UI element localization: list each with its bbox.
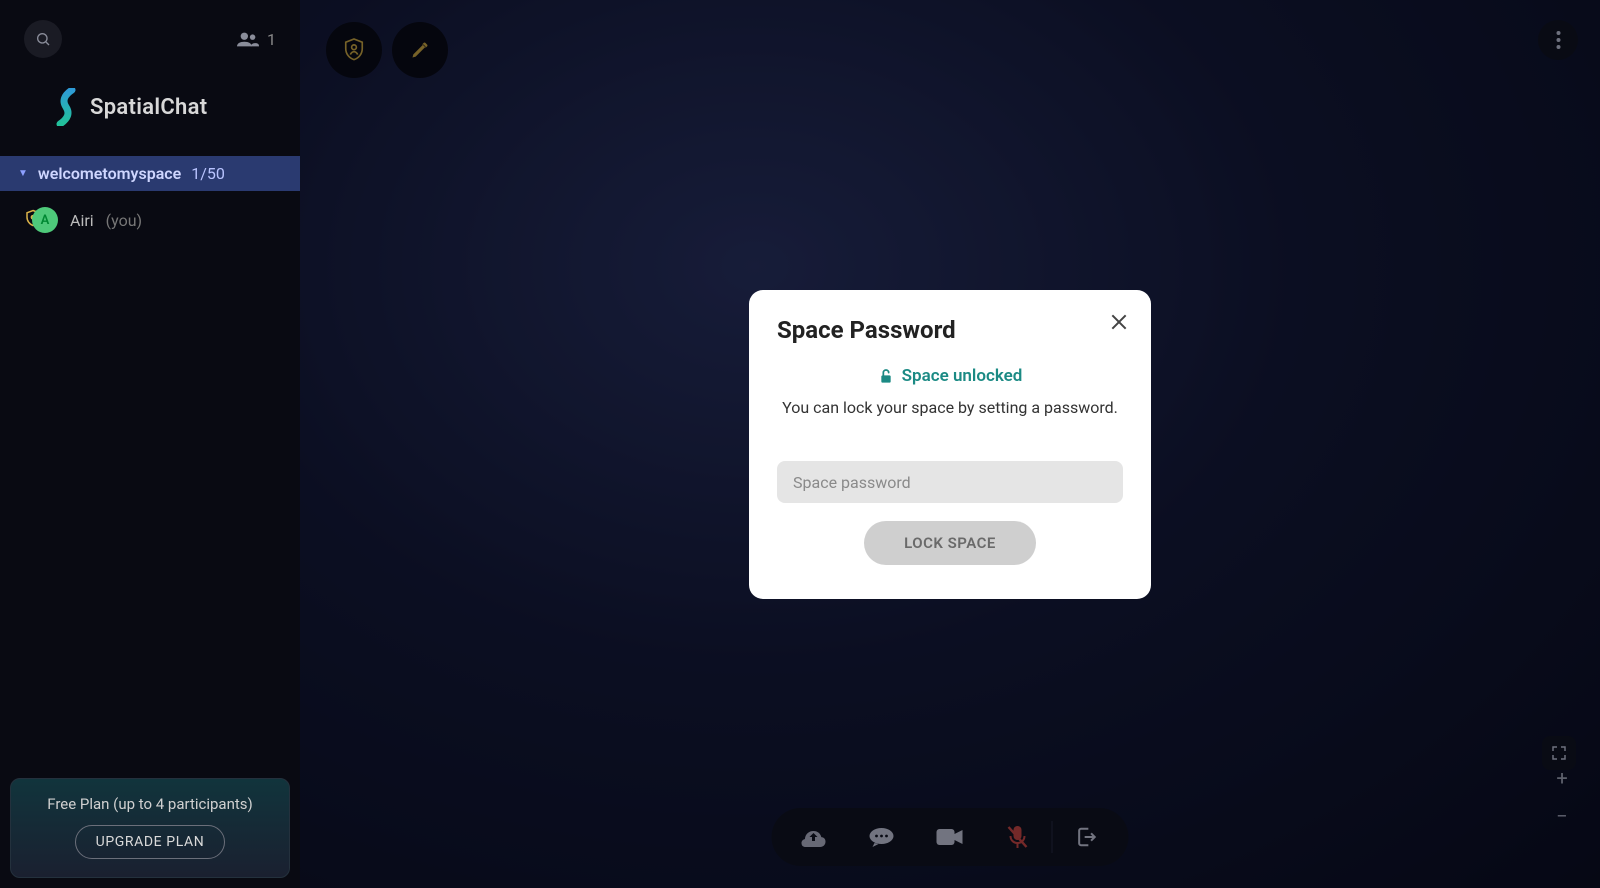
sidebar: 1 SpatialChat ▼ welcometomyspace 1/50 A …	[0, 0, 300, 888]
search-icon	[35, 31, 51, 47]
user-name: Airi	[70, 211, 94, 230]
channel-count: 1/50	[191, 164, 225, 183]
space-canvas[interactable]: + − Space Password	[300, 0, 1600, 888]
user-you-label: (you)	[106, 211, 142, 230]
chevron-down-icon: ▼	[18, 168, 28, 179]
user-row[interactable]: A Airi (you)	[0, 191, 300, 249]
avatar: A	[32, 207, 58, 233]
app-root: 1 SpatialChat ▼ welcometomyspace 1/50 A …	[0, 0, 1600, 888]
modal-title: Space Password	[777, 316, 1123, 344]
unlock-icon	[878, 368, 894, 384]
channel-row[interactable]: ▼ welcometomyspace 1/50	[0, 156, 300, 191]
logo-mark	[54, 88, 78, 126]
search-button[interactable]	[24, 20, 62, 58]
sidebar-top-row: 1	[0, 0, 300, 64]
close-modal-button[interactable]	[1109, 312, 1129, 332]
space-status-row: Space unlocked	[777, 366, 1123, 386]
space-password-modal: Space Password Space unlocked You can lo…	[749, 290, 1151, 599]
plan-line: Free Plan (up to 4 participants)	[47, 795, 253, 813]
people-icon	[237, 31, 259, 47]
participants-count: 1	[267, 30, 276, 49]
space-status-text: Space unlocked	[902, 366, 1023, 386]
modal-overlay[interactable]: Space Password Space unlocked You can lo…	[300, 0, 1600, 888]
channel-name: welcometomyspace	[38, 164, 181, 183]
logo-text: SpatialChat	[90, 95, 207, 120]
plan-card: Free Plan (up to 4 participants) UPGRADE…	[10, 778, 290, 878]
close-icon	[1109, 312, 1129, 332]
upgrade-plan-button[interactable]: UPGRADE PLAN	[75, 825, 226, 859]
space-password-input[interactable]	[777, 461, 1123, 503]
logo-row: SpatialChat	[0, 64, 300, 156]
avatar-initial: A	[41, 213, 50, 228]
modal-description: You can lock your space by setting a pas…	[777, 396, 1123, 419]
user-avatar-group: A	[24, 203, 58, 237]
lock-space-button[interactable]: LOCK SPACE	[864, 521, 1036, 565]
participants-indicator[interactable]: 1	[237, 30, 276, 49]
